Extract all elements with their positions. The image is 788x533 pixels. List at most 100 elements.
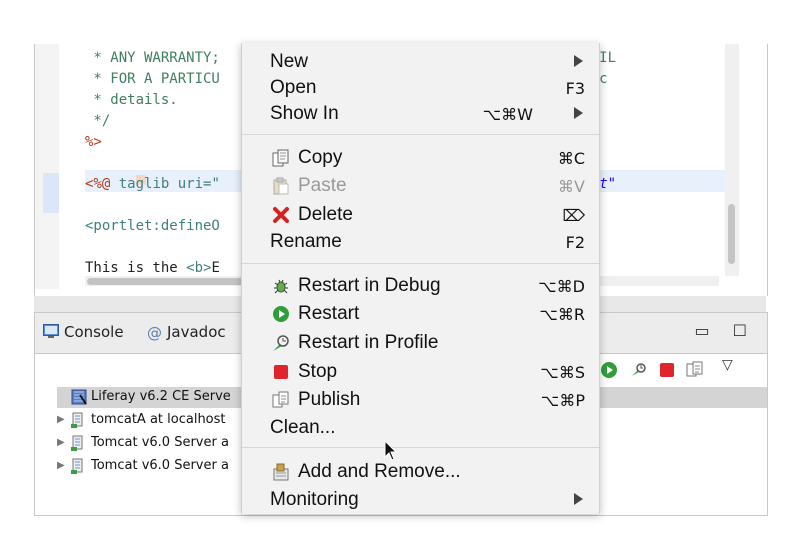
menu-item-new-label: New <box>270 51 309 72</box>
menu-item-stop[interactable]: Stop ⌥⌘S <box>242 357 599 385</box>
shortcut-label: ⌥⌘R <box>539 305 585 324</box>
panel-window-controls: ▭ ☐ <box>676 321 747 340</box>
menu-item-monitoring-label: Monitoring <box>270 489 359 510</box>
menu-separator <box>242 447 599 448</box>
menu-item-copy-label: Copy <box>298 147 343 168</box>
vertical-scroll-thumb[interactable] <box>728 204 735 264</box>
menu-separator <box>242 263 599 264</box>
editor-gutter <box>35 44 59 289</box>
gutter-highlight <box>43 173 59 213</box>
shortcut-label: F2 <box>565 233 585 252</box>
menu-item-delete[interactable]: Delete ⌦ <box>242 200 599 228</box>
at-icon: @ <box>147 323 162 342</box>
shortcut-label: ⌥⌘W <box>482 105 533 124</box>
shortcut-label: ⌥⌘D <box>538 277 585 296</box>
code-line[interactable]: %> <box>85 134 102 150</box>
menu-item-add-and-remove[interactable]: Add and Remove... <box>242 457 599 485</box>
submenu-arrow-icon <box>574 55 583 67</box>
shortcut-label: F3 <box>565 79 585 98</box>
context-menu: New Open F3 Show In ⌥⌘W Copy ⌘C Paste ⌘V… <box>241 43 600 514</box>
menu-separator <box>242 134 599 135</box>
menu-item-restart[interactable]: Restart ⌥⌘R <box>242 299 599 327</box>
server-icon <box>71 389 87 405</box>
menu-item-delete-label: Delete <box>298 204 353 225</box>
code-token: * ANY WARRANTY; <box>85 50 229 66</box>
code-token: This is the <box>85 260 187 276</box>
menu-item-open-label: Open <box>270 77 317 98</box>
menu-item-stop-label: Stop <box>298 361 338 382</box>
profile-icon <box>272 334 290 352</box>
server-icon <box>71 412 85 428</box>
publish-icon <box>272 391 290 409</box>
expand-arrow-icon[interactable]: ▶ <box>57 460 65 471</box>
menu-item-restart-in-profile[interactable]: Restart in Profile <box>242 328 599 356</box>
server-label: tomcatA at localhost <box>91 412 226 427</box>
menu-item-restart-in-profile-label: Restart in Profile <box>298 332 439 353</box>
delete-icon <box>272 206 290 224</box>
code-line[interactable]: */ <box>85 113 110 129</box>
menu-item-clean-label: Clean... <box>270 417 336 438</box>
menu-item-restart-in-debug[interactable]: Restart in Debug ⌥⌘D <box>242 271 599 299</box>
tab-console-label: Console <box>64 323 124 341</box>
maximize-icon[interactable]: ☐ <box>733 321 747 340</box>
server-icon <box>71 435 85 451</box>
menu-item-rename[interactable]: Rename F2 <box>242 227 599 255</box>
vertical-scrollbar[interactable] <box>725 44 739 276</box>
code-line[interactable]: <portlet:defineO <box>85 218 220 234</box>
menu-item-publish-label: Publish <box>298 389 361 410</box>
server-icon <box>71 458 85 474</box>
shortcut-label: ⌘V <box>558 177 585 196</box>
shortcut-label: ⌥⌘S <box>540 363 585 382</box>
submenu-arrow-icon <box>574 493 583 505</box>
tab-console[interactable]: Console <box>43 323 124 342</box>
code-token: E <box>211 260 220 276</box>
toolbar-profile-icon[interactable] <box>630 361 648 379</box>
shortcut-label: ⌘C <box>557 149 585 168</box>
tab-javadoc-label: Javadoc <box>167 323 226 341</box>
menu-item-new[interactable]: New <box>242 47 599 75</box>
expand-arrow-icon[interactable]: ▶ <box>57 437 65 448</box>
console-icon <box>43 323 59 342</box>
server-label: Tomcat v6.0 Server a <box>91 435 229 450</box>
toolbar-start-icon[interactable] <box>600 361 618 379</box>
server-label: Liferay v6.2 CE Serve <box>91 389 231 404</box>
code-line[interactable]: * details. <box>85 92 178 108</box>
menu-item-rename-label: Rename <box>270 231 342 252</box>
menu-item-restart-in-debug-label: Restart in Debug <box>298 275 441 296</box>
menu-item-restart-label: Restart <box>298 303 360 324</box>
code-token: <%@ <box>85 176 111 192</box>
server-label: Tomcat v6.0 Server a <box>91 458 229 473</box>
view-menu-icon[interactable]: ▽ <box>722 357 740 375</box>
shortcut-label: ⌦ <box>562 206 585 225</box>
toolbar-publish-icon[interactable] <box>686 361 704 379</box>
menu-item-publish[interactable]: Publish ⌥⌘P <box>242 385 599 413</box>
menu-item-open[interactable]: Open F3 <box>242 73 599 101</box>
restart-play-icon <box>272 305 290 323</box>
code-token: */ <box>85 113 111 129</box>
expand-arrow-icon[interactable]: ▶ <box>57 414 65 425</box>
tab-javadoc[interactable]: @ Javadoc <box>147 323 226 342</box>
mouse-pointer-icon <box>384 439 398 466</box>
stop-icon <box>272 363 290 381</box>
add-remove-icon <box>272 463 290 481</box>
menu-item-monitoring[interactable]: Monitoring <box>242 485 599 513</box>
menu-item-show-in[interactable]: Show In ⌥⌘W <box>242 99 599 127</box>
paste-icon <box>272 177 290 195</box>
menu-item-paste: Paste ⌘V <box>242 171 599 199</box>
copy-icon <box>272 149 290 167</box>
code-token: * details. <box>85 92 178 108</box>
menu-item-add-and-remove-label: Add and Remove... <box>298 461 461 482</box>
shortcut-label: ⌥⌘P <box>540 391 585 410</box>
menu-item-show-in-label: Show In <box>270 103 339 124</box>
code-token: taglib uri=" <box>110 176 220 192</box>
menu-item-copy[interactable]: Copy ⌘C <box>242 143 599 171</box>
minimize-icon[interactable]: ▭ <box>694 321 709 340</box>
code-token: <portlet:defineO <box>85 218 220 234</box>
menu-item-clean[interactable]: Clean... <box>242 413 599 441</box>
code-token: <b> <box>186 260 212 276</box>
code-line[interactable]: This is the <b>E <box>85 260 220 276</box>
menu-item-paste-label: Paste <box>298 175 347 196</box>
submenu-arrow-icon <box>574 107 583 119</box>
toolbar-stop-icon[interactable] <box>658 361 676 379</box>
debug-bug-icon <box>272 277 290 295</box>
